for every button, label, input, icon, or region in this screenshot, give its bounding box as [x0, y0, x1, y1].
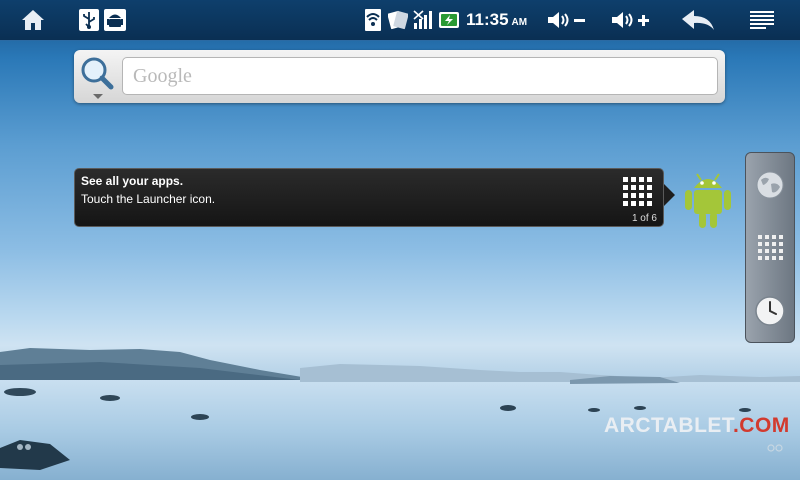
google-search-widget: Google: [74, 50, 725, 103]
launcher-grid-icon: [757, 234, 783, 260]
status-bar: 11:35 AM: [0, 0, 800, 41]
clock-app-button[interactable]: [746, 281, 794, 341]
browser-globe-icon: [756, 171, 784, 199]
battery-charging-icon: [439, 12, 459, 28]
search-engine-selector[interactable]: [78, 54, 118, 100]
back-icon: [682, 10, 714, 30]
volume-down-icon: [548, 12, 585, 28]
menu-icon: [750, 11, 774, 29]
menu-button[interactable]: [746, 0, 778, 40]
magnifier-icon: [81, 57, 114, 99]
search-input[interactable]: Google: [122, 57, 718, 95]
android-debug-icon: [104, 9, 126, 31]
sync-status: [387, 0, 409, 40]
clock-ampm: AM: [511, 16, 528, 28]
watermark-suffix: .COM: [732, 414, 790, 437]
clock-icon: [755, 296, 785, 326]
hint-pointer: [664, 184, 675, 206]
hint-page-counter: 1 of 6: [631, 213, 657, 224]
android-mascot-icon: [685, 173, 731, 228]
hint-body: Touch the Launcher icon.: [81, 192, 216, 206]
home-button[interactable]: [14, 0, 52, 40]
usb-notification[interactable]: [78, 0, 100, 40]
watermark-main: ARCTABLET: [604, 414, 733, 437]
wifi-icon: [365, 9, 381, 31]
watermark: ARCTABLET.COM: [604, 414, 790, 438]
home-icon: [22, 10, 44, 30]
signal-status: [412, 0, 434, 40]
clock-time: 11:35: [466, 10, 509, 29]
home-screen: 11:35 AM Google See all your apps. Touch…: [0, 0, 800, 480]
usb-icon: [79, 9, 99, 31]
wifi-status: [364, 0, 382, 40]
launcher-button[interactable]: [746, 217, 794, 277]
battery-status: [438, 0, 462, 40]
back-button[interactable]: [678, 0, 718, 40]
volume-down-button[interactable]: [545, 0, 589, 40]
volume-up-icon: [612, 12, 649, 28]
clock-display[interactable]: 11:35 AM: [466, 0, 530, 40]
no-signal-icon: [413, 10, 432, 29]
debug-notification[interactable]: [103, 0, 127, 40]
search-placeholder: Google: [133, 65, 192, 87]
launcher-grid-icon: [623, 177, 652, 206]
launcher-hint-bubble[interactable]: See all your apps. Touch the Launcher ic…: [74, 168, 664, 227]
dropdown-arrow-icon: [93, 94, 103, 99]
hint-title: See all your apps.: [81, 174, 184, 188]
launcher-dock: [745, 152, 795, 343]
volume-up-button[interactable]: [609, 0, 653, 40]
sync-icon: [388, 10, 408, 30]
browser-button[interactable]: [746, 155, 794, 215]
